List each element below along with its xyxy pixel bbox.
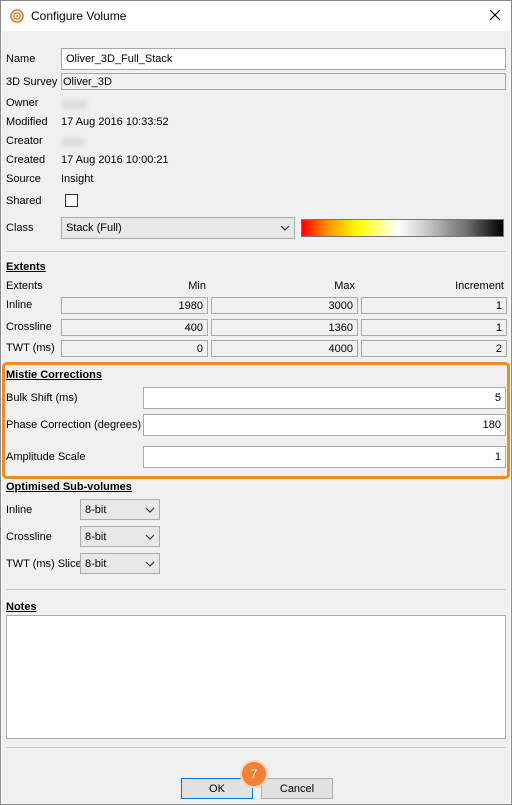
shared-checkbox[interactable] — [65, 194, 78, 207]
shared-label: Shared — [6, 195, 42, 207]
created-value: 17 Aug 2016 10:00:21 — [61, 154, 169, 166]
separator — [6, 747, 506, 748]
creator-label: Creator — [6, 135, 43, 147]
owner-value-redacted — [61, 100, 87, 109]
close-icon[interactable] — [487, 7, 503, 23]
owner-label: Owner — [6, 97, 39, 109]
extents-heading: Extents — [6, 261, 46, 273]
chevron-down-icon — [145, 561, 155, 567]
source-label: Source — [6, 173, 41, 185]
window-title: Configure Volume — [31, 9, 127, 23]
chevron-down-icon — [145, 534, 155, 540]
inline-increment-field: 1 — [361, 297, 507, 314]
bulk-shift-input[interactable]: 5 — [143, 387, 506, 409]
subvolume-select-value: 8-bit — [85, 530, 107, 543]
separator — [6, 589, 506, 590]
phase-correction-label: Phase Correction (degrees) — [6, 419, 142, 431]
class-label: Class — [6, 222, 34, 234]
min-column-header: Min — [188, 280, 206, 292]
subvolume-label: TWT (ms) Slice — [6, 558, 82, 570]
inline-min-field: 1980 — [61, 297, 208, 314]
optimised-subvolumes-heading: Optimised Sub-volumes — [6, 481, 132, 493]
extents-row-label: Crossline — [6, 321, 52, 333]
crossline-min-field: 400 — [61, 319, 208, 336]
extents-row-label: TWT (ms) — [6, 342, 55, 354]
creator-value-redacted — [61, 138, 85, 147]
volume-icon — [10, 9, 24, 23]
colorbar[interactable] — [301, 219, 504, 237]
increment-column-header: Increment — [455, 280, 504, 292]
bulk-shift-label: Bulk Shift (ms) — [6, 392, 78, 404]
notes-heading: Notes — [6, 601, 37, 613]
callout-badge: 7 — [240, 760, 268, 788]
created-label: Created — [6, 154, 46, 166]
notes-textarea[interactable] — [6, 615, 506, 739]
extents-column-label: Extents — [6, 280, 43, 292]
dialog-body: Name Oliver_3D_Full_Stack 3D Survey Oliv… — [2, 31, 510, 804]
modified-value: 17 Aug 2016 10:33:52 — [61, 116, 169, 128]
amplitude-scale-label: Amplitude Scale — [6, 451, 86, 463]
survey-field: Oliver_3D — [61, 73, 506, 90]
chevron-down-icon — [145, 507, 155, 513]
crossline-increment-field: 1 — [361, 319, 507, 336]
subvolume-select-value: 8-bit — [85, 503, 107, 516]
subvolume-label: Inline — [6, 504, 33, 516]
max-column-header: Max — [334, 280, 355, 292]
twt-min-field: 0 — [61, 340, 208, 357]
twt-slice-subvolume-select[interactable]: 8-bit — [80, 553, 160, 574]
subvolume-select-value: 8-bit — [85, 557, 107, 570]
twt-increment-field: 2 — [361, 340, 507, 357]
class-select[interactable]: Stack (Full) — [61, 217, 295, 239]
amplitude-scale-input[interactable]: 1 — [143, 446, 506, 468]
crossline-max-field: 1360 — [211, 319, 358, 336]
subvolume-label: Crossline — [6, 531, 52, 543]
inline-max-field: 3000 — [211, 297, 358, 314]
crossline-subvolume-select[interactable]: 8-bit — [80, 526, 160, 547]
name-label: Name — [6, 53, 36, 65]
survey-label: 3D Survey — [6, 76, 58, 88]
phase-correction-input[interactable]: 180 — [143, 414, 506, 436]
separator — [6, 251, 506, 252]
mistie-corrections-heading: Mistie Corrections — [6, 369, 102, 381]
cancel-button[interactable]: Cancel — [261, 778, 333, 799]
modified-label: Modified — [6, 116, 48, 128]
class-select-value: Stack (Full) — [66, 222, 122, 234]
configure-volume-dialog: Configure Volume Name Oliver_3D_Full_Sta… — [0, 0, 512, 805]
extents-row-label: Inline — [6, 299, 33, 311]
source-value: Insight — [61, 173, 94, 185]
name-input[interactable]: Oliver_3D_Full_Stack — [61, 48, 506, 70]
twt-max-field: 4000 — [211, 340, 358, 357]
inline-subvolume-select[interactable]: 8-bit — [80, 499, 160, 520]
chevron-down-icon — [280, 225, 290, 231]
title-bar: Configure Volume — [1, 1, 511, 31]
